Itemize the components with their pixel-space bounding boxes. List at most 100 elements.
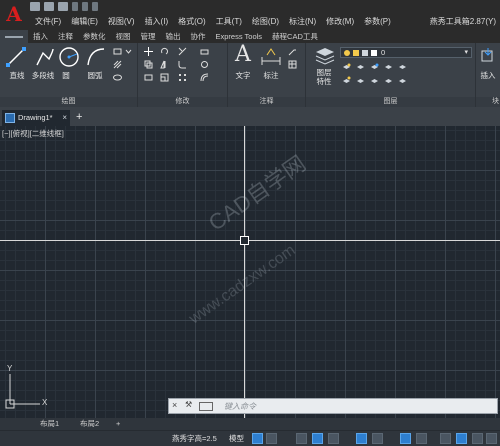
tab-layout1[interactable]: 布局1: [36, 418, 63, 430]
rectangle-icon[interactable]: [113, 47, 122, 56]
clean-screen-icon[interactable]: [472, 433, 483, 444]
close-command-icon[interactable]: ×: [172, 400, 177, 410]
qat-dropdown-icon[interactable]: [92, 2, 98, 11]
isolate-icon[interactable]: [440, 433, 451, 444]
polar-icon[interactable]: [312, 433, 323, 444]
fillet-icon[interactable]: [178, 60, 187, 69]
dimension-icon[interactable]: [260, 47, 282, 67]
circle-icon[interactable]: [58, 46, 80, 68]
tab-view[interactable]: 视图: [111, 30, 136, 43]
tab-output[interactable]: 输出: [161, 30, 186, 43]
file-tab-drawing1[interactable]: Drawing1* ×: [2, 110, 70, 126]
menu-plugin[interactable]: 燕秀工具箱2.87(Y): [430, 15, 496, 29]
layer-tool-3-icon[interactable]: [370, 63, 379, 72]
layer-freeze-icon[interactable]: [353, 50, 359, 56]
model-space-button[interactable]: 模型: [229, 433, 244, 445]
menu-edit[interactable]: 编辑(E): [66, 15, 103, 29]
customization-menu-icon[interactable]: [486, 433, 497, 444]
mirror-icon[interactable]: [160, 60, 169, 69]
scale-icon[interactable]: [160, 73, 169, 82]
menu-dimension[interactable]: 标注(N): [284, 15, 321, 29]
tab-annotate[interactable]: 注释: [53, 30, 78, 43]
snap-icon[interactable]: [266, 433, 277, 444]
menu-modify[interactable]: 修改(M): [321, 15, 359, 29]
layer-tool-7-icon[interactable]: [356, 76, 365, 85]
copy-icon[interactable]: [144, 60, 153, 69]
app-logo[interactable]: A: [3, 3, 25, 25]
command-history-icon[interactable]: [199, 402, 213, 411]
layer-properties-icon[interactable]: [314, 46, 336, 66]
block-panel-title[interactable]: 块: [476, 97, 500, 107]
menu-file[interactable]: 文件(F): [30, 15, 66, 29]
tab-layout2[interactable]: 布局2: [76, 418, 103, 430]
text-icon[interactable]: A: [232, 43, 254, 67]
layer-tool-4-icon[interactable]: [384, 63, 393, 72]
add-layout-button[interactable]: +: [112, 418, 124, 430]
undo-icon[interactable]: [72, 2, 78, 11]
layer-tool-8-icon[interactable]: [370, 76, 379, 85]
layer-tool-2-icon[interactable]: [356, 63, 365, 72]
table-icon[interactable]: [288, 60, 297, 69]
layers-panel-title[interactable]: 图层: [306, 97, 475, 107]
tab-parametric[interactable]: 参数化: [78, 30, 111, 43]
save-icon[interactable]: [58, 2, 68, 11]
layer-dropdown-arrow-icon[interactable]: ▾: [464, 48, 468, 58]
layer-tool-6-icon[interactable]: [342, 76, 351, 85]
viewport-controls[interactable]: [−][俯视][二维线框]: [2, 128, 64, 139]
drawing-canvas[interactable]: [−][俯视][二维线框] CAD自学网 www.cadzxw.com Y X …: [0, 126, 500, 418]
tab-manage[interactable]: 管理: [136, 30, 161, 43]
draw-panel-title[interactable]: 绘图: [0, 97, 137, 107]
grid-icon[interactable]: [252, 433, 263, 444]
insert-icon[interactable]: [480, 47, 496, 63]
isodraft-icon[interactable]: [328, 433, 339, 444]
text-height-status[interactable]: 燕秀字高=2.5: [172, 433, 217, 445]
ortho-icon[interactable]: [296, 433, 307, 444]
tab-insert[interactable]: 插入: [28, 30, 53, 43]
customize-icon[interactable]: ⚒: [185, 400, 192, 409]
lineweight-icon[interactable]: [372, 433, 383, 444]
layer-tool-5-icon[interactable]: [398, 63, 407, 72]
modify-panel-title[interactable]: 修改: [138, 97, 227, 107]
layer-tool-1-icon[interactable]: [342, 63, 351, 72]
menu-parametric[interactable]: 参数(P): [359, 15, 396, 29]
hatch-icon[interactable]: [113, 60, 122, 69]
menu-draw[interactable]: 绘图(D): [247, 15, 284, 29]
workspace-icon[interactable]: [416, 433, 427, 444]
offset-icon[interactable]: [200, 73, 209, 82]
command-input[interactable]: 键入命令: [224, 401, 256, 412]
command-line[interactable]: × ⚒ 键入命令: [168, 398, 498, 414]
move-icon[interactable]: [144, 47, 153, 56]
layer-on-icon[interactable]: [344, 50, 350, 56]
redo-icon[interactable]: [82, 2, 88, 11]
close-icon[interactable]: ×: [62, 110, 67, 126]
open-icon[interactable]: [44, 2, 54, 11]
menu-view[interactable]: 视图(V): [103, 15, 140, 29]
osnap-icon[interactable]: [356, 433, 367, 444]
tab-home[interactable]: [0, 30, 28, 43]
layer-tool-10-icon[interactable]: [398, 76, 407, 85]
tab-plugin-tools[interactable]: 赫程CAD工具: [267, 30, 323, 43]
dropdown-icon[interactable]: [124, 47, 133, 56]
layer-dropdown[interactable]: 0 ▾: [340, 47, 472, 58]
line-icon[interactable]: [6, 47, 26, 67]
stretch-icon[interactable]: [144, 73, 153, 82]
tab-collaborate[interactable]: 协作: [186, 30, 211, 43]
layer-color-swatch[interactable]: [371, 50, 377, 56]
menu-format[interactable]: 格式(O): [173, 15, 211, 29]
layer-tool-9-icon[interactable]: [384, 76, 393, 85]
annotation-panel-title[interactable]: 注释: [228, 97, 305, 107]
menu-tools[interactable]: 工具(T): [211, 15, 247, 29]
menu-insert[interactable]: 插入(I): [140, 15, 174, 29]
trim-icon[interactable]: [178, 47, 187, 56]
explode-icon[interactable]: [200, 60, 209, 69]
new-tab-button[interactable]: +: [76, 111, 82, 123]
erase-icon[interactable]: [200, 47, 209, 56]
polyline-icon[interactable]: [35, 47, 55, 67]
arc-icon[interactable]: [86, 47, 106, 67]
layer-lock-icon[interactable]: [362, 50, 368, 56]
array-icon[interactable]: [178, 73, 187, 82]
hardware-acceleration-icon[interactable]: [456, 433, 467, 444]
rotate-icon[interactable]: [160, 47, 169, 56]
ellipse-icon[interactable]: [113, 73, 122, 82]
leader-icon[interactable]: [288, 47, 297, 56]
